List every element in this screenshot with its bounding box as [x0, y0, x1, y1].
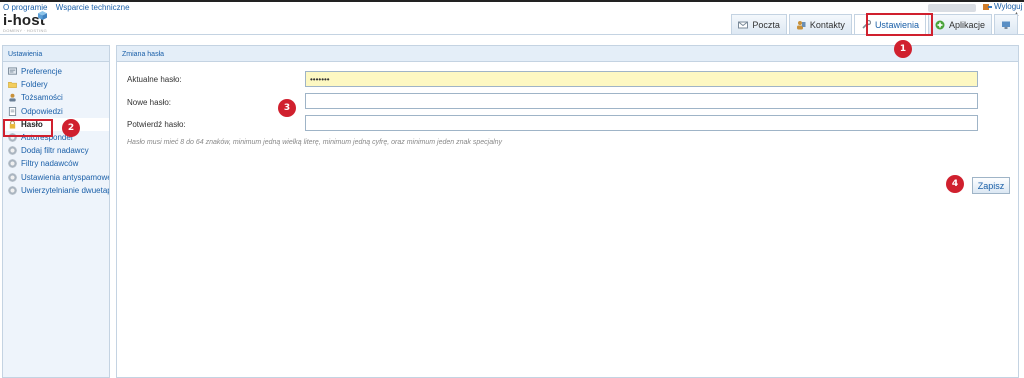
tab-label: Poczta	[752, 19, 780, 30]
gear-icon	[8, 146, 17, 156]
tab-kontakty[interactable]: Kontakty	[788, 14, 852, 34]
sidebar-item-2fa[interactable]: Uwierzytelnianie dwuetapowe	[3, 184, 109, 197]
top-links: O programie Wsparcie techniczne	[3, 3, 136, 12]
logout-label: Wyloguj	[994, 2, 1023, 11]
sidebar-item-label: Uwierzytelnianie dwuetapowe	[21, 185, 109, 195]
settings-sidebar: Ustawienia Preferencje Foldery Tożsamośc…	[2, 45, 110, 378]
sidebar-item-foldery[interactable]: Foldery	[3, 78, 109, 91]
tab-label: Kontakty	[809, 19, 845, 30]
highlight-haslo-item	[3, 119, 53, 137]
plus-circle-icon	[935, 20, 945, 29]
sidebar-item-filtry-nadawcow[interactable]: Filtry nadawców	[3, 157, 109, 170]
sidebar-item-antyspam[interactable]: Ustawienia antyspamowe	[3, 171, 109, 184]
logout-icon	[983, 3, 992, 10]
sidebar-item-label: Ustawienia antyspamowe	[21, 172, 110, 182]
user-email-redacted	[928, 4, 976, 12]
person-icon	[9, 94, 16, 103]
sidebar-item-label: Tożsamości	[21, 93, 63, 103]
tab-poczta[interactable]: Poczta	[731, 14, 787, 34]
document-icon	[8, 106, 17, 116]
contacts-icon	[796, 20, 806, 29]
tab-label: Aplikacje	[948, 19, 985, 30]
confirm-password-field[interactable]	[305, 115, 978, 131]
gear-icon	[8, 172, 17, 182]
sidebar-item-label: Foldery	[21, 80, 48, 90]
password-hint: Hasło musi mieć 8 do 64 znaków, minimum …	[127, 139, 503, 146]
support-link[interactable]: Wsparcie techniczne	[56, 3, 130, 12]
marker-2: 2	[62, 119, 80, 137]
marker-1: 1	[894, 40, 912, 58]
sidebar-item-label: Dodaj filtr nadawcy	[21, 146, 89, 156]
tab-aplikacje[interactable]: Aplikacje	[927, 14, 992, 34]
mail-icon	[738, 21, 749, 28]
marker-4: 4	[946, 175, 964, 193]
current-password-value: •••••••	[310, 74, 330, 84]
new-password-label: Nowe hasło:	[127, 98, 172, 107]
gear-icon	[8, 159, 17, 169]
sidebar-item-label: Odpowiedzi	[21, 106, 63, 116]
logo-cube-icon	[38, 11, 47, 20]
save-button[interactable]: Zapisz	[972, 177, 1010, 194]
sidebar-item-dodaj-filtr[interactable]: Dodaj filtr nadawcy	[3, 144, 109, 157]
sidebar-item-odpowiedzi[interactable]: Odpowiedzi	[3, 105, 109, 118]
sidebar-item-preferencje[interactable]: Preferencje	[3, 65, 109, 78]
sidebar-item-label: Filtry nadawców	[21, 159, 79, 169]
sidebar-item-tozsamosci[interactable]: Tożsamości	[3, 91, 109, 104]
sidebar-item-label: Preferencje	[21, 67, 62, 77]
tab-extra[interactable]	[994, 14, 1018, 34]
confirm-password-label: Potwierdź hasło:	[127, 120, 186, 129]
current-password-label: Aktualne hasło:	[127, 75, 182, 84]
highlight-ustawienia-tab	[866, 13, 933, 36]
logout-link[interactable]: Wyloguj	[983, 2, 1022, 11]
top-border	[0, 0, 1024, 2]
panel-title: Zmiana hasła	[117, 46, 1018, 62]
sidebar-title: Ustawienia	[3, 46, 109, 62]
new-password-field[interactable]	[305, 93, 978, 109]
marker-3: 3	[278, 99, 296, 117]
folder-icon	[8, 82, 17, 89]
logo-tagline: DOMENY · HOSTING	[3, 28, 48, 33]
screen-icon	[1002, 21, 1010, 29]
preferences-icon	[8, 67, 17, 75]
password-panel: Zmiana hasła Aktualne hasło: ••••••• Now…	[116, 45, 1019, 378]
gear-icon	[8, 185, 17, 195]
current-password-field[interactable]: •••••••	[305, 71, 978, 87]
